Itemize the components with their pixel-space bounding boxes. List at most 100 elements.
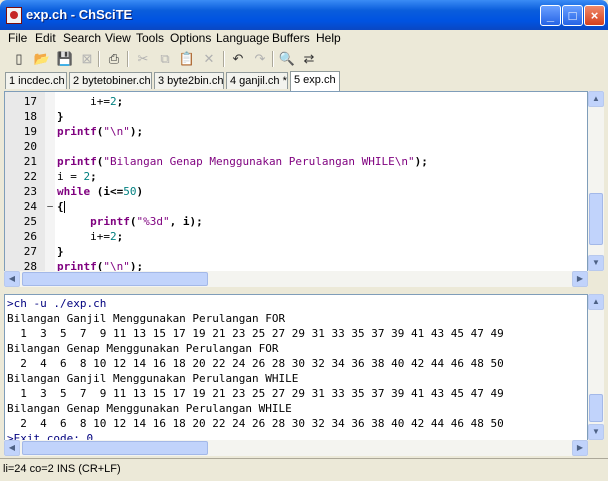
- line-number: 20: [23, 140, 37, 153]
- editor-vertical-scrollbar[interactable]: ▲ ▼: [588, 91, 604, 271]
- menu-options[interactable]: Options: [170, 31, 211, 45]
- code-token: printf: [57, 125, 97, 138]
- line-number: 23: [23, 185, 37, 198]
- scroll-left-arrow[interactable]: ◀: [4, 271, 20, 287]
- line-number: 22: [23, 170, 37, 183]
- code-token: ;: [90, 170, 97, 183]
- code-text: i = 2;: [57, 169, 97, 184]
- close-file-icon[interactable]: ⊠: [78, 50, 96, 68]
- code-token: (i<=: [90, 185, 124, 198]
- menu-buffers[interactable]: Buffers: [272, 31, 310, 45]
- scroll-thumb[interactable]: [589, 193, 603, 245]
- code-token: {: [57, 200, 64, 213]
- maximize-button[interactable]: □: [562, 5, 583, 26]
- output-line: >ch -u ./exp.ch: [7, 297, 107, 310]
- menu-edit[interactable]: Edit: [35, 31, 56, 45]
- menu-help[interactable]: Help: [316, 31, 341, 45]
- scroll-right-arrow[interactable]: ▶: [572, 440, 588, 456]
- code-token: ;: [116, 230, 124, 243]
- undo-icon[interactable]: ↶: [229, 50, 247, 68]
- code-token: "Bilangan Genap Menggunakan Perulangan W…: [103, 155, 415, 168]
- output-line: 1 3 5 7 9 11 13 15 17 19 21 23 25 27 29 …: [7, 327, 504, 340]
- scroll-thumb[interactable]: [589, 394, 603, 422]
- code-token: i+=: [57, 230, 110, 243]
- buffer-tabs: 1 incdec.ch 2 bytetobiner.ch 3 byte2bin.ch…: [0, 71, 608, 91]
- copy-icon[interactable]: ⧉: [156, 50, 174, 68]
- toolbar-separator: [272, 51, 274, 67]
- status-bar: li=24 co=2 INS (CR+LF): [0, 458, 608, 481]
- code-text: printf("Bilangan Genap Menggunakan Perul…: [57, 154, 428, 169]
- tab-3[interactable]: 3 byte2bin.ch: [154, 72, 224, 89]
- code-token: 2: [109, 95, 117, 108]
- output-line: 2 4 6 8 10 12 14 16 18 20 22 24 26 28 30…: [7, 357, 504, 370]
- menu-tools[interactable]: Tools: [136, 31, 164, 45]
- output-horizontal-scrollbar[interactable]: ◀ ▶: [4, 440, 588, 456]
- code-token: i+=: [57, 95, 110, 108]
- scroll-thumb[interactable]: [22, 441, 208, 455]
- pane-splitter[interactable]: [0, 287, 608, 294]
- menu-search[interactable]: Search: [63, 31, 101, 45]
- code-token: , i);: [169, 215, 203, 228]
- new-file-icon[interactable]: ▯: [10, 50, 28, 68]
- code-line: 19 printf("\n");: [5, 124, 587, 139]
- code-token: printf: [57, 155, 97, 168]
- toolbar-separator: [223, 51, 225, 67]
- close-button[interactable]: ×: [584, 5, 605, 26]
- app-icon[interactable]: [6, 7, 22, 24]
- code-text: while (i<=50): [57, 184, 143, 199]
- code-text: printf("\n");: [57, 124, 143, 139]
- menu-view[interactable]: View: [105, 31, 131, 45]
- code-token: "%3d": [136, 215, 170, 228]
- tab-2[interactable]: 2 bytetobiner.ch: [69, 72, 152, 89]
- paste-icon[interactable]: 📋: [178, 50, 196, 68]
- scroll-thumb[interactable]: [22, 272, 208, 286]
- code-line: 24−{: [5, 199, 587, 214]
- code-editor[interactable]: 17 i+=2; 18} 19 printf("\n"); 20 21 printf("Bi…: [4, 91, 588, 273]
- print-icon[interactable]: ⎙: [105, 50, 123, 68]
- code-text: i+=2;: [57, 94, 123, 109]
- scroll-up-arrow[interactable]: ▲: [588, 91, 604, 107]
- toolbar-separator: [98, 51, 100, 67]
- open-folder-icon[interactable]: 📂: [33, 50, 51, 68]
- line-number: 25: [23, 215, 37, 228]
- editor-horizontal-scrollbar[interactable]: ◀ ▶: [4, 271, 588, 287]
- replace-icon[interactable]: ⇄: [300, 50, 318, 68]
- menu-file[interactable]: File: [8, 31, 27, 45]
- tab-4[interactable]: 4 ganjil.ch *: [226, 72, 288, 89]
- line-number: 24: [23, 200, 37, 213]
- code-token: }: [57, 110, 64, 123]
- scroll-up-arrow[interactable]: ▲: [588, 294, 604, 310]
- scroll-right-arrow[interactable]: ▶: [572, 271, 588, 287]
- window-title: exp.ch - ChSciTE: [26, 7, 133, 22]
- scroll-left-arrow[interactable]: ◀: [4, 440, 20, 456]
- toolbar: ▯ 📂 💾 ⊠ ⎙ ✂ ⧉ 📋 ✕ ↶ ↷ 🔍 ⇄: [0, 47, 608, 71]
- fold-marker[interactable]: −: [45, 199, 55, 214]
- code-token: 50: [123, 185, 137, 198]
- code-token: );: [129, 125, 144, 138]
- code-line: 26 i+=2;: [5, 229, 587, 244]
- text-caret: [63, 201, 65, 213]
- delete-icon[interactable]: ✕: [200, 50, 218, 68]
- minimize-button[interactable]: _: [540, 5, 561, 26]
- find-icon[interactable]: 🔍: [278, 50, 296, 68]
- scroll-down-arrow[interactable]: ▼: [588, 424, 604, 440]
- output-vertical-scrollbar[interactable]: ▲ ▼: [588, 294, 604, 440]
- output-pane[interactable]: >ch -u ./exp.ch Bilangan Ganjil Menggunak…: [4, 294, 588, 442]
- code-text: i+=2;: [57, 229, 123, 244]
- output-line: Bilangan Genap Menggunakan Perulangan WH…: [7, 402, 292, 415]
- code-token: ): [136, 185, 144, 198]
- code-line: 22 i = 2;: [5, 169, 587, 184]
- redo-icon[interactable]: ↷: [251, 50, 269, 68]
- scroll-down-arrow[interactable]: ▼: [588, 255, 604, 271]
- output-line: 1 3 5 7 9 11 13 15 17 19 21 23 25 27 29 …: [7, 387, 504, 400]
- code-token: while: [57, 185, 91, 198]
- save-icon[interactable]: 💾: [56, 50, 74, 68]
- tab-5[interactable]: 5 exp.ch: [290, 71, 340, 91]
- code-token: );: [414, 155, 428, 168]
- line-number: 21: [23, 155, 37, 168]
- code-line: 27}: [5, 244, 587, 259]
- tab-1[interactable]: 1 incdec.ch: [5, 72, 67, 89]
- menu-language[interactable]: Language: [216, 31, 269, 45]
- code-token: i =: [57, 170, 84, 183]
- cut-icon[interactable]: ✂: [134, 50, 152, 68]
